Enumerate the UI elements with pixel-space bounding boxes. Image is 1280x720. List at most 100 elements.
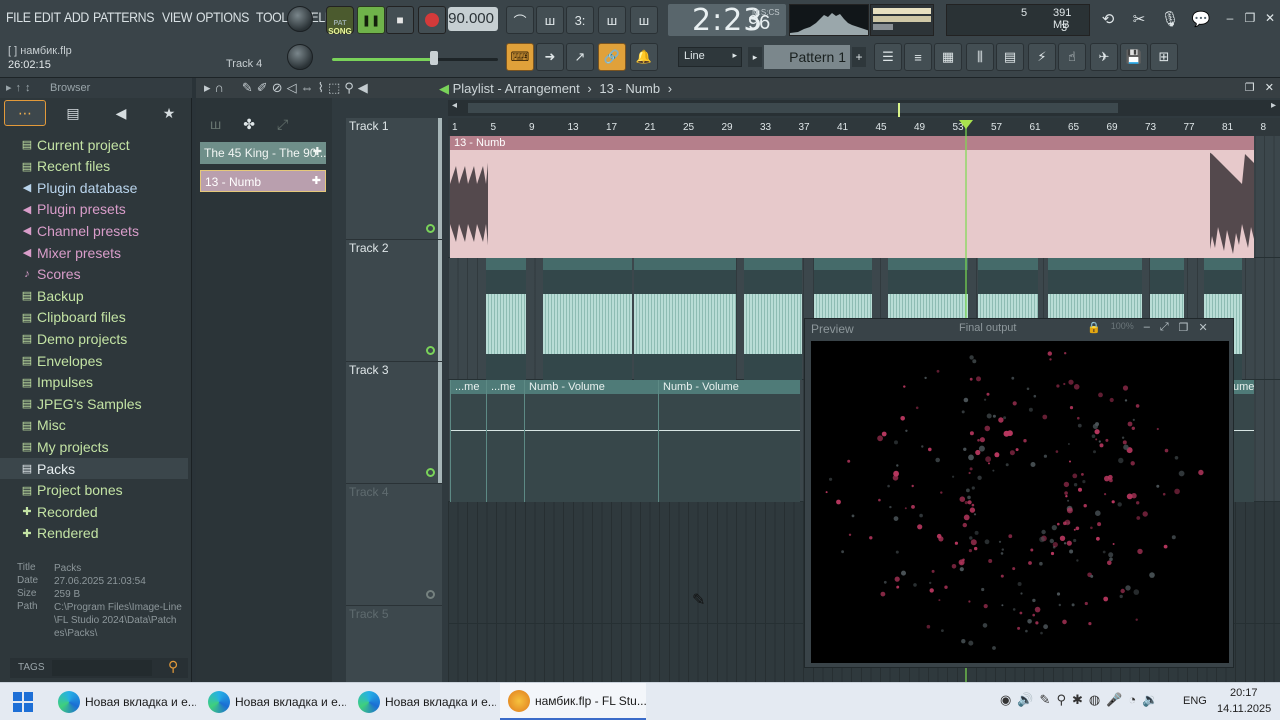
slip-icon[interactable]: ⇔ <box>301 80 314 96</box>
taskbar-time[interactable]: 20:17 <box>1230 687 1258 699</box>
volume-handle[interactable] <box>430 51 438 65</box>
record-button[interactable] <box>418 6 446 34</box>
browser-item[interactable]: ◀ Plugin presets <box>0 199 188 220</box>
playlist-menu-icon[interactable]: ▸ <box>204 80 211 96</box>
scroll-left-icon[interactable]: ◂ <box>452 100 457 111</box>
slide-button[interactable]: ↗ <box>566 43 594 71</box>
add-pattern-button[interactable]: + <box>852 47 866 67</box>
microphone-icon[interactable]: 🎙 <box>1156 6 1184 32</box>
menu-view[interactable]: VIEW <box>162 9 192 25</box>
audio-clip[interactable]: 13 - Numb <box>450 136 1254 258</box>
taskbar-edge-1[interactable]: Новая вкладка и е... <box>50 683 196 720</box>
browser-item[interactable]: ▤ Impulses <box>0 372 188 393</box>
magnet-icon[interactable]: ∩ <box>215 80 224 96</box>
browser-item[interactable]: ▤ Backup <box>0 285 188 306</box>
plugin-picker-button[interactable]: ⚡ <box>1028 43 1056 71</box>
tab-speaker-icon[interactable]: ◀ <box>100 100 142 126</box>
tab-favorites-icon[interactable]: ★ <box>148 100 190 126</box>
browser-item[interactable]: ♪ Scores <box>0 264 188 285</box>
browser-item[interactable]: ✚ Recorded <box>0 501 188 522</box>
project-picker-button[interactable]: ✈ <box>1090 43 1118 71</box>
master-volume-slider[interactable] <box>332 51 498 65</box>
browser-item[interactable]: ▤ Envelopes <box>0 350 188 371</box>
metronome-button[interactable]: ⌒ <box>506 6 534 34</box>
touch-keyboard-button[interactable]: ☝ <box>1058 43 1086 71</box>
lock-icon[interactable]: 🔒 <box>1087 321 1101 334</box>
delete-icon[interactable]: ⊘ <box>272 80 283 96</box>
browser-item[interactable]: ▤ Project bones <box>0 480 188 501</box>
piano-roll-button[interactable]: ≡ <box>904 43 932 71</box>
timeline-ruler[interactable]: 1 5 9 13 17 21 25 29 33 37 41 45 49 53 57 61 65 69 73 77 81 8 <box>448 118 1280 136</box>
taskbar-edge-2[interactable]: Новая вкладка и е... <box>200 683 346 720</box>
export-button[interactable]: ⊞ <box>1150 43 1178 71</box>
menu-options[interactable]: OPTIONS <box>196 9 249 25</box>
playlist-close-icon[interactable]: ✕ <box>1265 81 1274 94</box>
browser-item[interactable]: ▤ Packs <box>0 458 188 479</box>
audio-slice-clip[interactable] <box>744 258 802 380</box>
menu-edit[interactable]: EDIT <box>34 9 61 25</box>
audio-slice-clip[interactable] <box>486 258 526 380</box>
brush-icon[interactable]: ✐ <box>257 80 268 96</box>
pattern-icon[interactable]: ш <box>210 116 221 133</box>
tray-volume-icon[interactable]: 🔉 <box>1142 692 1158 708</box>
track-header[interactable]: Track 1 <box>346 118 442 240</box>
taskbar-edge-3[interactable]: Новая вкладка и е... <box>350 683 496 720</box>
pause-button[interactable]: ❚❚ <box>357 6 385 34</box>
browser-item[interactable]: ✚ Rendered <box>0 523 188 544</box>
browser-button[interactable]: ▤ <box>996 43 1024 71</box>
browser-item[interactable]: ▤ Demo projects <box>0 328 188 349</box>
preview-restore-icon[interactable]: ❐ <box>1179 321 1189 334</box>
windows-start-icon[interactable] <box>12 691 34 713</box>
automation-icon[interactable]: ⤢ <box>277 116 288 133</box>
playhead-marker[interactable] <box>959 120 973 129</box>
tempo-display[interactable]: 90.000 <box>448 7 498 31</box>
track-enable-toggle[interactable] <box>426 224 435 233</box>
slice-icon[interactable]: ⌇ <box>318 80 324 96</box>
minimize-icon[interactable]: – <box>1222 10 1238 26</box>
blend-notes-button[interactable]: ш <box>598 6 626 34</box>
cut-icon[interactable]: ✂ <box>1125 6 1153 32</box>
menu-add[interactable]: ADD <box>64 9 89 25</box>
tab-files-icon[interactable]: ▤ <box>52 100 94 126</box>
track-header[interactable]: Track 2 <box>346 240 442 362</box>
playlist-view-button[interactable]: ⌨ <box>506 43 534 71</box>
track-enable-toggle[interactable] <box>426 346 435 355</box>
track-header[interactable]: Track 4 <box>346 484 442 606</box>
taskbar-fl-studio[interactable]: намбик.flp - FL Stu... <box>500 683 646 720</box>
undo-history-icon[interactable]: ⟲ <box>1094 6 1122 32</box>
mute-icon[interactable]: ◁ <box>287 80 297 96</box>
track-enable-toggle[interactable] <box>426 590 435 599</box>
automation-clip[interactable]: ...me <box>486 380 524 502</box>
browser-item[interactable]: ▤ Misc <box>0 415 188 436</box>
select-icon[interactable]: ⬚ <box>328 80 340 96</box>
preview-close-icon[interactable]: ✕ <box>1199 321 1208 334</box>
taskbar-date[interactable]: 14.11.2025 <box>1217 703 1271 715</box>
restore-icon[interactable]: ❐ <box>1242 10 1258 26</box>
browser-item[interactable]: ▤ Clipboard files <box>0 307 188 328</box>
pencil-icon[interactable]: ✎ <box>242 80 253 96</box>
browser-item[interactable]: ▤ Current project <box>0 134 188 155</box>
tray-steam-icon[interactable]: ◍ <box>1089 692 1100 708</box>
search-icon[interactable]: ⚲ <box>168 658 178 675</box>
preview-zoom[interactable]: 100% <box>1111 321 1134 334</box>
track-resize-grip[interactable] <box>438 240 442 361</box>
track-resize-grip[interactable] <box>438 362 442 483</box>
arrangement-overview[interactable] <box>468 103 1118 117</box>
track-enable-toggle[interactable] <box>426 468 435 477</box>
automation-clip[interactable]: Numb - Volume <box>524 380 658 502</box>
browser-item[interactable]: ◀ Mixer presets <box>0 242 188 263</box>
audio-icon[interactable]: ✤ <box>243 116 255 133</box>
browser-item[interactable]: ▤ JPEG's Samples <box>0 393 188 414</box>
input-language[interactable]: ENG <box>1183 695 1207 707</box>
menu-patterns[interactable]: PATTERNS <box>93 9 154 25</box>
loop-record-button[interactable]: ш <box>630 6 658 34</box>
typing-keyboard-button[interactable]: 🔔 <box>630 43 658 71</box>
zoom-icon[interactable]: ⚲ <box>344 80 354 96</box>
tray-bluetooth-icon[interactable]: ✱ <box>1072 692 1083 708</box>
preview-minimize-icon[interactable]: – <box>1144 321 1150 334</box>
playback-icon[interactable]: ◀ <box>358 80 368 96</box>
countdown-button[interactable]: 3: <box>566 6 594 34</box>
tray-pen-icon[interactable]: ✎ <box>1040 692 1051 708</box>
step-button[interactable]: ➜ <box>536 43 564 71</box>
track-resize-grip[interactable] <box>438 118 442 239</box>
